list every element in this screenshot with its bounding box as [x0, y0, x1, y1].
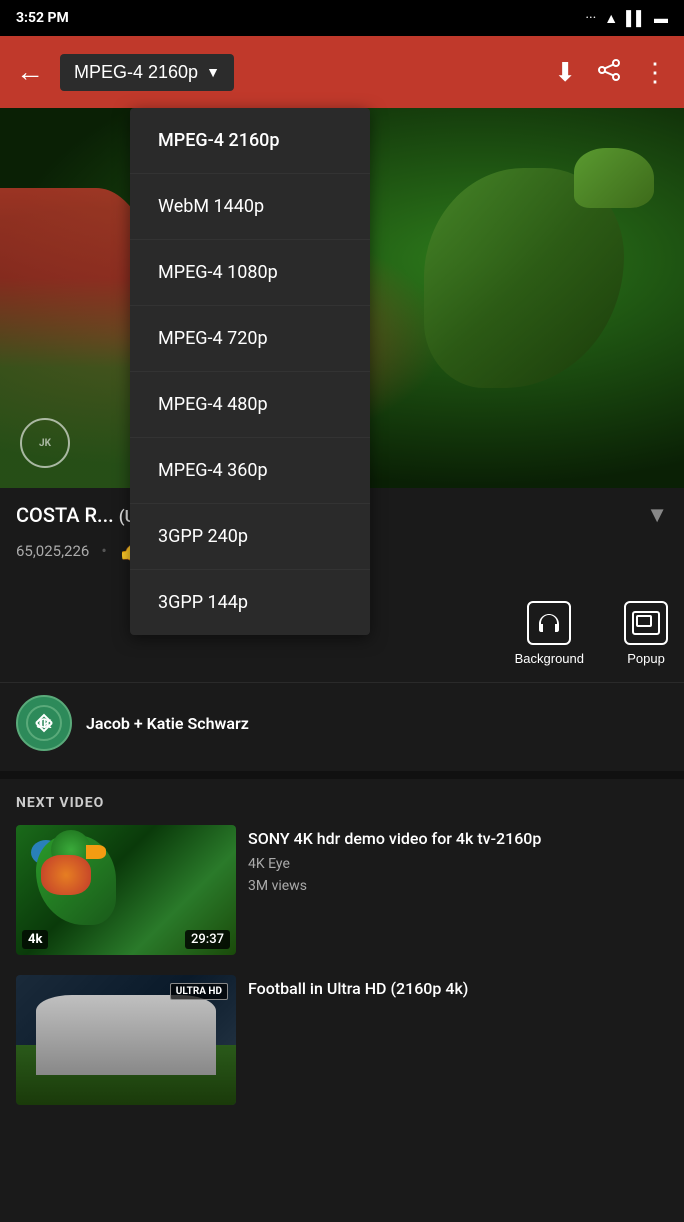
video-card-channel-1: 4K Eye	[248, 856, 668, 872]
video-card-info-1: SONY 4K hdr demo video for 4k tv-2160p 4…	[248, 825, 668, 955]
signal-bars-icon: ▌▌	[626, 10, 646, 27]
popup-button[interactable]: Popup	[624, 601, 668, 666]
wifi-icon: ▲	[604, 10, 618, 27]
parrot-beak	[86, 845, 106, 859]
snake-head-decoration	[574, 148, 654, 208]
format-dropdown-menu: MPEG-4 2160p WebM 1440p MPEG-4 1080p MPE…	[130, 108, 370, 635]
format-option-6[interactable]: 3GPP 240p	[130, 504, 370, 570]
video-thumb-1: 4k 29:37	[16, 825, 236, 955]
channel-row: JK Jacob + Katie Schwarz	[0, 682, 684, 771]
format-option-2[interactable]: MPEG-4 1080p	[130, 240, 370, 306]
title-expand-icon[interactable]: ▼	[646, 502, 668, 528]
format-option-4[interactable]: MPEG-4 480p	[130, 372, 370, 438]
thumb-background-football: ULTRA HD	[16, 975, 236, 1105]
video-card-title-2: Football in Ultra HD (2160p 4k)	[248, 979, 668, 1000]
video-thumb-2: ULTRA HD	[16, 975, 236, 1105]
format-dropdown-button[interactable]: MPEG-4 2160p ▼	[60, 54, 234, 91]
video-duration-1: 29:37	[185, 930, 230, 949]
signal-dots-icon: ···	[585, 10, 596, 26]
format-option-3[interactable]: MPEG-4 720p	[130, 306, 370, 372]
battery-icon: ▬	[654, 10, 668, 27]
section-divider	[0, 771, 684, 779]
back-button[interactable]: ←	[16, 56, 44, 88]
football-legs	[36, 995, 216, 1075]
chevron-down-icon: ▼	[206, 64, 220, 80]
status-bar: 3:52 PM ··· ▲ ▌▌ ▬	[0, 0, 684, 36]
popup-label: Popup	[627, 651, 665, 666]
status-time: 3:52 PM	[16, 10, 69, 26]
app-bar: ← MPEG-4 2160p ▼ ⬇ ⋮	[0, 36, 684, 108]
channel-watermark: JK	[20, 418, 70, 468]
popup-icon	[624, 601, 668, 645]
video-card-title-1: SONY 4K hdr demo video for 4k tv-2160p	[248, 829, 668, 850]
next-video-label: NEXT VIDEO	[16, 795, 668, 811]
video-card-2[interactable]: ULTRA HD Football in Ultra HD (2160p 4k)	[16, 975, 668, 1105]
video-card-info-2: Football in Ultra HD (2160p 4k)	[248, 975, 668, 1105]
format-option-7[interactable]: 3GPP 144p	[130, 570, 370, 635]
channel-avatar: JK	[16, 695, 72, 751]
format-option-1[interactable]: WebM 1440p	[130, 174, 370, 240]
headphone-icon	[527, 601, 571, 645]
format-option-0[interactable]: MPEG-4 2160p	[130, 108, 370, 174]
background-button[interactable]: Background	[515, 601, 584, 666]
download-button[interactable]: ⬇	[554, 57, 576, 88]
view-count: 65,025,226	[16, 542, 89, 560]
ultra-hd-badge: ULTRA HD	[170, 983, 228, 1000]
status-icons: ··· ▲ ▌▌ ▬	[585, 10, 668, 27]
video-card-1[interactable]: 4k 29:37 SONY 4K hdr demo video for 4k t…	[16, 825, 668, 955]
format-option-5[interactable]: MPEG-4 360p	[130, 438, 370, 504]
more-options-button[interactable]: ⋮	[642, 57, 668, 88]
background-label: Background	[515, 651, 584, 666]
4k-badge: 4k	[22, 930, 48, 949]
share-button[interactable]	[596, 57, 622, 88]
video-card-views-1: 3M views	[248, 878, 668, 894]
app-bar-actions: ⬇ ⋮	[554, 57, 668, 88]
channel-name: Jacob + Katie Schwarz	[86, 714, 249, 733]
selected-format-label: MPEG-4 2160p	[74, 62, 198, 83]
parrot-orange	[41, 855, 91, 895]
next-video-section: NEXT VIDEO 4k 29:37 SONY 4K hdr demo vid…	[0, 779, 684, 1133]
